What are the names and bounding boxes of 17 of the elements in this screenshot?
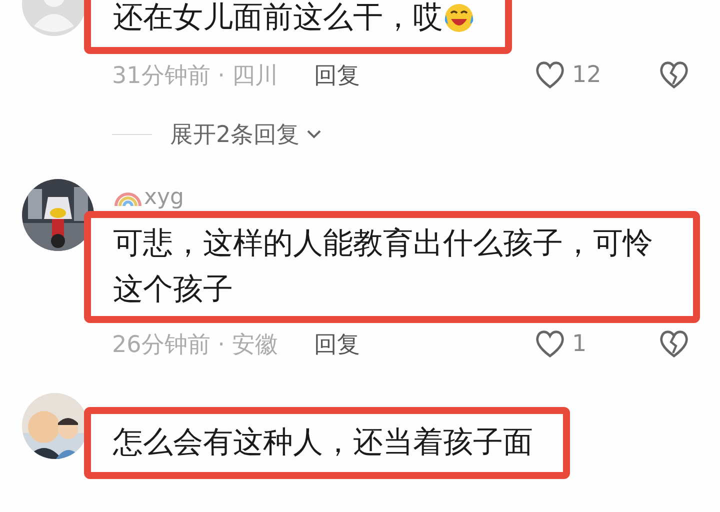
broken-heart-icon[interactable] xyxy=(658,59,690,91)
username: xyg xyxy=(144,185,184,211)
rainbow-icon xyxy=(114,192,142,206)
like-count: 1 xyxy=(572,331,588,357)
comment-time-location: 31分钟前 · 四川 xyxy=(112,62,278,90)
comment-text: 可悲，这样的人能教育出什么孩子，可怜这个孩子 xyxy=(84,211,700,323)
expand-replies-link[interactable]: 展开2条回复 xyxy=(170,118,300,150)
comment-text: 怎么会有这种人，还当着孩子面 xyxy=(84,407,570,479)
like-icon[interactable] xyxy=(534,59,566,91)
reply-link[interactable]: 回复 xyxy=(314,328,360,360)
broken-heart-icon[interactable] xyxy=(658,328,690,360)
like-count: 12 xyxy=(572,62,602,88)
chevron-down-icon[interactable] xyxy=(306,129,322,139)
like-icon[interactable] xyxy=(534,328,566,360)
comment-time-location: 26分钟前 · 安徽 xyxy=(112,330,278,360)
reply-link[interactable]: 回复 xyxy=(314,60,360,90)
comment-text: 还在女儿面前这么干，哎 xyxy=(84,0,512,54)
